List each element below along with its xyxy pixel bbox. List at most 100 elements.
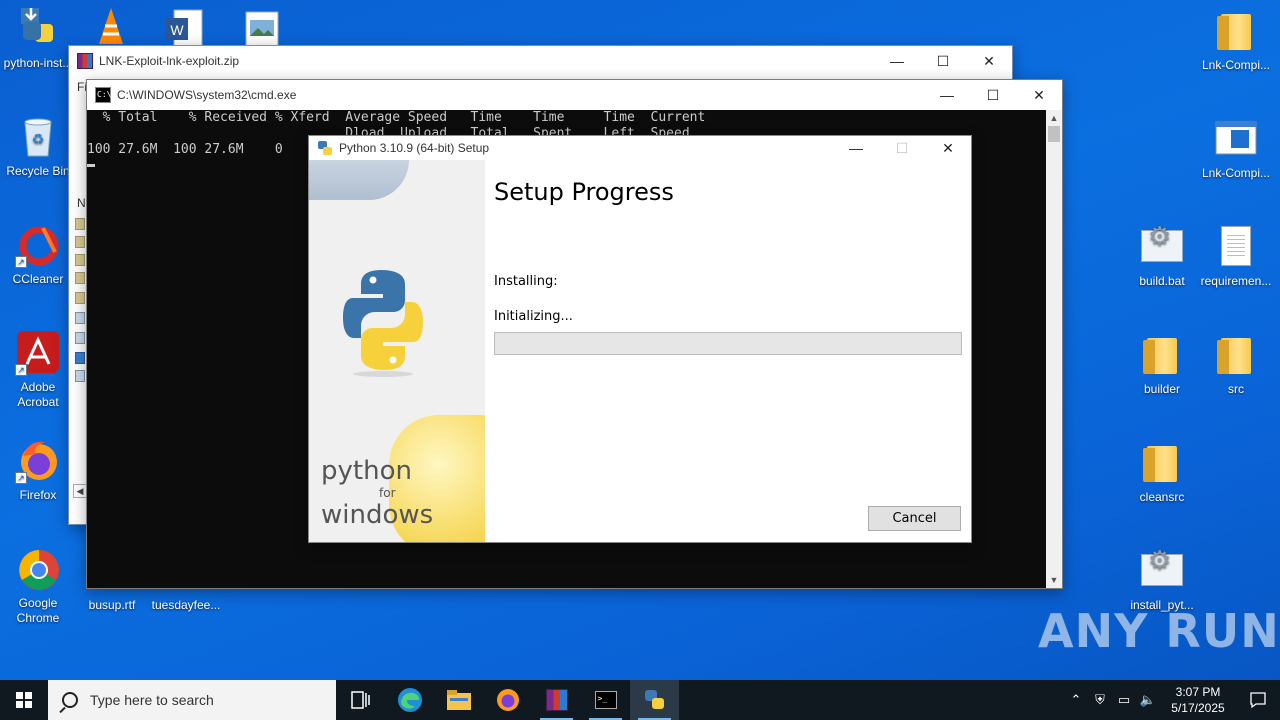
chrome-icon [15,546,61,592]
start-button[interactable] [0,680,48,720]
batch-file-icon [1139,224,1185,270]
file-row-icon [75,332,85,344]
desktop-icon-firefox[interactable]: ↗ Firefox [0,438,76,503]
desktop-icon-cleansrc[interactable]: cleansrc [1124,440,1200,505]
desktop-icon-src[interactable]: src [1198,332,1274,397]
close-button[interactable]: ✕ [966,46,1012,76]
close-button[interactable]: ✕ [925,136,971,160]
maximize-button[interactable]: ☐ [970,80,1016,110]
status-label: Installing: [494,274,558,289]
firefox-icon [496,689,519,711]
network-icon[interactable]: ▭ [1112,692,1136,708]
desktop-icon-label: CCleaner [12,272,64,286]
file-explorer-icon [446,690,471,710]
minimize-button[interactable]: — [874,46,920,76]
scroll-thumb[interactable] [1048,126,1060,142]
winrar-taskbar-button[interactable] [532,680,581,720]
desktop-icon-builder[interactable]: builder [1124,332,1200,397]
minimize-button[interactable]: — [833,136,879,160]
desktop-icon-recycle-bin[interactable]: ♻ Recycle Bin [0,114,76,179]
anyrun-watermark: ANY RUN [1038,604,1280,658]
notification-button[interactable] [1236,680,1280,720]
desktop-icon-label: Lnk-Compi... [1201,166,1271,180]
desktop-icon-label: tuesdayfee... [151,598,221,612]
desktop-icon-label: Recycle Bin [6,164,70,178]
close-button[interactable]: ✕ [1016,80,1062,110]
search-placeholder: Type here to search [90,692,214,708]
recycle-bin-icon: ♻ [15,114,61,160]
search-icon [62,692,78,708]
desktop-icon-label: cleansrc [1139,490,1185,504]
desktop-icon-label: build.bat [1139,274,1185,288]
cmd-title: C:\WINDOWS\system32\cmd.exe [117,88,297,102]
winrar-title: LNK-Exploit-lnk-exploit.zip [99,54,240,68]
python-logo-icon [343,268,423,378]
winrar-icon [77,53,93,69]
desktop-icon-label: python-inst... [3,56,73,70]
taskbar-clock[interactable]: 3:07 PM 5/17/2025 [1160,684,1236,716]
file-row-icon [75,352,85,364]
system-tray: ⌃ ⛨ ▭ 🔈 3:07 PM 5/17/2025 [1064,680,1280,720]
volume-icon[interactable]: 🔈 [1136,692,1160,708]
svg-text:W: W [170,22,184,38]
desktop-icon-python-installer[interactable]: python-inst... [0,6,76,71]
shortcut-arrow-icon: ↗ [15,256,27,268]
brand-word: python [321,456,412,486]
shortcut-arrow-icon: ↗ [15,364,27,376]
shortcut-arrow-icon: ↗ [15,472,27,484]
taskbar-search-box[interactable]: Type here to search [48,680,336,720]
file-row-icon [75,370,85,382]
python-setup-taskbar-button[interactable] [630,680,679,720]
word-document-icon[interactable]: W [164,8,204,47]
desktop-icon-busup-rtf[interactable]: busup.rtf [74,586,150,613]
scroll-up-arrow[interactable]: ▲ [1046,110,1062,126]
desktop-icon-lnk-compiler-exe[interactable]: Lnk-Compi... [1198,116,1274,181]
chevron-up-icon[interactable]: ⌃ [1064,692,1088,708]
task-view-button[interactable] [336,680,385,720]
setup-titlebar[interactable]: Python 3.10.9 (64-bit) Setup — ☐ ✕ [309,136,971,160]
cmd-taskbar-button[interactable]: >_ [581,680,630,720]
desktop-icon-label: Firefox [19,488,57,502]
desktop-icon-lnk-compiler-folder[interactable]: Lnk-Compi... [1198,8,1274,73]
file-row-icon [75,254,85,266]
desktop-icon-ccleaner[interactable]: ↗ CCleaner [0,222,76,287]
file-row-icon [75,236,85,248]
desktop-icon-requirements[interactable]: requiremen... [1198,224,1274,289]
desktop-icon-label: builder [1143,382,1181,396]
scroll-down-arrow[interactable]: ▼ [1046,572,1062,588]
maximize-button[interactable]: ☐ [920,46,966,76]
security-icon[interactable]: ⛨ [1088,692,1112,708]
install-progress-bar [494,332,962,355]
adobe-acrobat-icon: ↗ [15,330,61,376]
minimize-button[interactable]: — [924,80,970,110]
exe-window-icon [1213,116,1259,162]
scroll-left-arrow[interactable]: ◀ [73,484,87,498]
cmd-scrollbar[interactable]: ▲ ▼ [1046,110,1062,588]
desktop-icon-label: Adobe Acrobat [17,380,59,409]
clock-time: 3:07 PM [1175,685,1221,699]
winrar-column-header-stub[interactable]: N [77,196,86,210]
desktop-icon-adobe-acrobat[interactable]: ↗ Adobe Acrobat [0,330,76,410]
desktop-icon-tuesdayfee[interactable]: tuesdayfee... [148,586,224,613]
cmd-titlebar[interactable]: C:\ C:\WINDOWS\system32\cmd.exe — ☐ ✕ [87,80,1062,110]
desktop-icon-label: busup.rtf [88,598,136,612]
image-file-icon[interactable] [244,10,280,47]
file-row-icon [75,272,85,284]
maximize-button: ☐ [895,139,909,156]
notification-icon [1250,692,1266,709]
desktop-icon-label: Lnk-Compi... [1201,58,1271,72]
text-file-icon [1213,224,1259,270]
file-explorer-taskbar-button[interactable] [434,680,483,720]
desktop-icon-build-bat[interactable]: build.bat [1124,224,1200,289]
desktop-icon-google-chrome[interactable]: Google Chrome [0,546,76,626]
vlc-icon[interactable] [96,6,126,46]
folder-icon [1139,332,1185,378]
desktop-icon-label: src [1228,382,1244,396]
firefox-taskbar-button[interactable] [483,680,532,720]
winrar-titlebar[interactable]: LNK-Exploit-lnk-exploit.zip — ☐ ✕ [69,46,1012,76]
cancel-button[interactable]: Cancel [868,506,961,531]
cmd-icon: C:\ [95,87,111,103]
python-setup-window[interactable]: Python 3.10.9 (64-bit) Setup — ☐ ✕ pytho… [308,135,972,543]
task-view-icon [350,691,370,709]
edge-taskbar-button[interactable] [385,680,434,720]
